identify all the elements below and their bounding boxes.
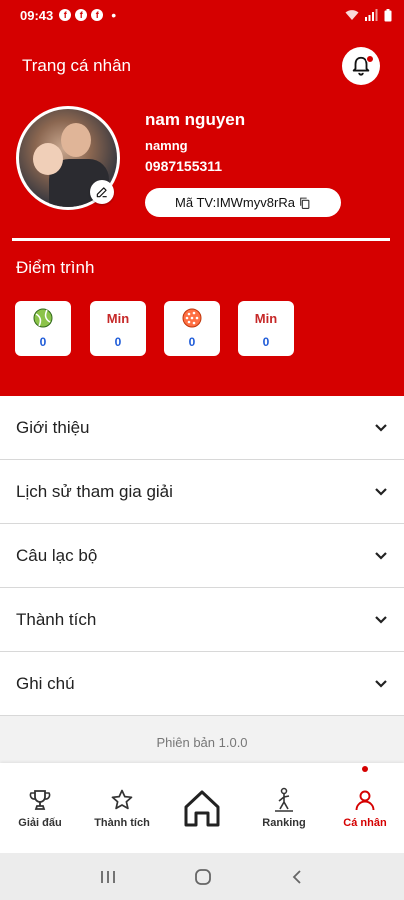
chevron-down-icon xyxy=(375,487,387,496)
chevron-down-icon xyxy=(375,423,387,432)
member-code-button[interactable]: Mã TV:IMWmyv8rRa xyxy=(145,188,341,217)
nav-achievements[interactable]: Thành tích xyxy=(82,763,162,853)
copy-icon xyxy=(300,197,310,209)
nav-profile[interactable]: Cá nhân xyxy=(325,763,404,853)
stat-card-min-2[interactable]: Min 0 xyxy=(238,301,294,356)
section-label: Ghi chú xyxy=(16,673,75,693)
user-name: nam nguyen xyxy=(145,110,246,129)
ranking-icon xyxy=(275,787,293,812)
nav-label: Ranking xyxy=(262,817,306,829)
section-introduction[interactable]: Giới thiệu xyxy=(0,396,404,460)
section-label: Thành tích xyxy=(16,609,97,629)
stat-value: 0 xyxy=(39,335,47,349)
pickleball-icon xyxy=(182,308,202,328)
nav-label: Thành tích xyxy=(94,817,150,829)
profile-header: Trang cá nhân nam nguyen namng 098715531… xyxy=(0,30,404,396)
status-time: 09:43 xyxy=(20,7,54,23)
star-icon xyxy=(111,789,133,810)
stat-card-pickleball[interactable]: 0 xyxy=(164,301,220,356)
tennis-ball-icon xyxy=(33,308,53,328)
app-version: Phiên bản 1.0.0 xyxy=(156,735,248,750)
points-title: Điểm trình xyxy=(16,258,95,277)
header-divider xyxy=(12,238,390,241)
nav-home[interactable] xyxy=(182,789,222,832)
stat-value: 0 xyxy=(188,335,196,349)
notification-badge xyxy=(366,55,374,63)
section-notes[interactable]: Ghi chú xyxy=(0,652,404,716)
stat-card-tennis[interactable]: 0 xyxy=(15,301,71,356)
stat-value: 0 xyxy=(262,335,270,349)
status-dot: • xyxy=(111,7,117,23)
stat-label: Min xyxy=(254,310,278,326)
facebook-notification-icon: f xyxy=(75,9,88,21)
chevron-down-icon xyxy=(375,679,387,688)
nav-label: Cá nhân xyxy=(343,817,387,829)
user-handle: namng xyxy=(145,138,188,153)
nav-tournaments[interactable]: Giải đấu xyxy=(0,763,80,853)
page-title: Trang cá nhân xyxy=(22,56,131,75)
section-achievements[interactable]: Thành tích xyxy=(0,588,404,652)
edit-avatar-button[interactable] xyxy=(90,180,114,204)
wifi-icon xyxy=(345,10,359,20)
nav-label: Giải đấu xyxy=(18,817,62,829)
signal-icon xyxy=(365,9,378,21)
system-navigation-bar xyxy=(0,853,404,900)
chevron-down-icon xyxy=(375,615,387,624)
back-icon[interactable] xyxy=(289,869,305,885)
facebook-notification-icon: f xyxy=(91,9,104,21)
person-icon xyxy=(355,790,375,811)
nav-ranking[interactable]: Ranking xyxy=(244,763,324,853)
stat-label: Min xyxy=(106,310,130,326)
stat-card-min-1[interactable]: Min 0 xyxy=(90,301,146,356)
notification-button[interactable] xyxy=(342,47,380,85)
home-system-icon[interactable] xyxy=(194,868,212,886)
battery-icon xyxy=(384,8,392,21)
facebook-notification-icon: f xyxy=(59,9,72,21)
section-label: Lịch sử tham gia giải xyxy=(16,481,173,501)
home-icon xyxy=(184,790,220,827)
section-label: Giới thiệu xyxy=(16,417,90,437)
recent-apps-icon[interactable] xyxy=(99,869,117,885)
user-phone: 0987155311 xyxy=(145,158,223,174)
status-bar: 09:43 f f f • xyxy=(0,0,404,30)
member-code-text: Mã TV:IMWmyv8rRa xyxy=(175,195,295,210)
section-label: Câu lạc bộ xyxy=(16,545,98,565)
chevron-down-icon xyxy=(375,551,387,560)
section-clubs[interactable]: Câu lạc bộ xyxy=(0,524,404,588)
profile-sections: Giới thiệu Lịch sử tham gia giải Câu lạc… xyxy=(0,396,404,716)
pencil-icon xyxy=(96,187,107,198)
bottom-navigation: Giải đấu Thành tích Ranking Cá nhân xyxy=(0,763,404,853)
trophy-icon xyxy=(29,790,51,810)
stat-value: 0 xyxy=(114,335,122,349)
section-tournament-history[interactable]: Lịch sử tham gia giải xyxy=(0,460,404,524)
